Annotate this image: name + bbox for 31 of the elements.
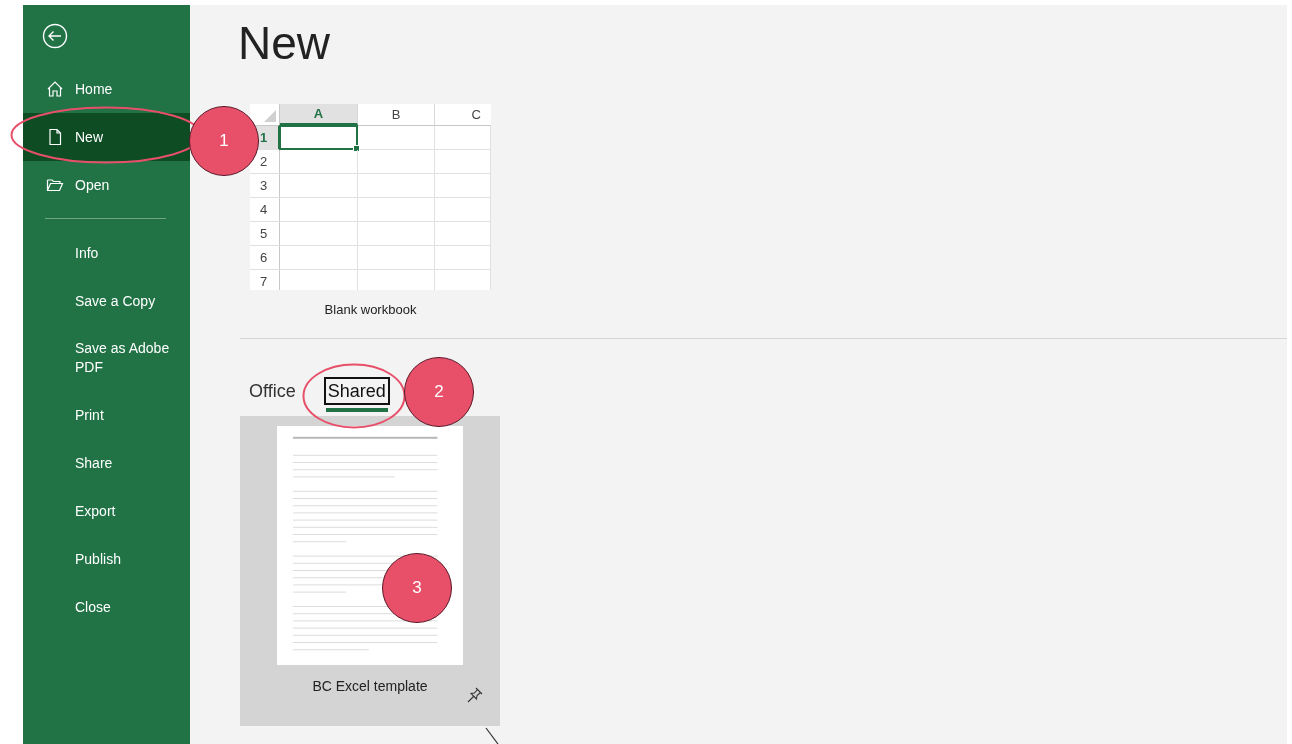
template-label: BC Excel template bbox=[312, 678, 428, 694]
sidebar-item[interactable]: Save a Copy bbox=[23, 277, 190, 325]
sidebar-item[interactable]: Info bbox=[23, 229, 190, 277]
back-icon[interactable] bbox=[42, 23, 68, 49]
template-label: Blank workbook bbox=[323, 302, 418, 317]
tab[interactable]: Office bbox=[245, 377, 300, 412]
sidebar-item[interactable]: Close bbox=[23, 583, 190, 631]
column-header: B bbox=[358, 104, 435, 125]
leader-line bbox=[485, 727, 499, 744]
column-header: C bbox=[470, 106, 482, 124]
row-header: 5 bbox=[250, 222, 280, 245]
tab[interactable]: Shared bbox=[323, 377, 390, 412]
row-header: 7 bbox=[250, 270, 280, 290]
home-icon bbox=[46, 80, 64, 98]
document-icon bbox=[46, 128, 64, 146]
sidebar-item[interactable]: Export bbox=[23, 487, 190, 535]
sidebar-item[interactable]: Home bbox=[23, 65, 190, 113]
sidebar-item[interactable]: New bbox=[23, 113, 190, 161]
sidebar-item[interactable]: Print bbox=[23, 391, 190, 439]
row-header: 3 bbox=[250, 174, 280, 197]
sidebar-item[interactable]: Share bbox=[23, 439, 190, 487]
row-header: 6 bbox=[250, 246, 280, 269]
sidebar-item[interactable]: Publish bbox=[23, 535, 190, 583]
folder-icon bbox=[46, 176, 64, 194]
page-title: New bbox=[238, 16, 332, 71]
row-header: 4 bbox=[250, 198, 280, 221]
pin-icon[interactable] bbox=[466, 686, 484, 704]
blank-workbook-thumbnail[interactable]: A B C 1 2 3 4 5 6 7 bbox=[250, 104, 491, 290]
sidebar-item[interactable]: Save as Adobe PDF bbox=[23, 325, 190, 391]
column-header: A bbox=[280, 104, 358, 125]
sidebar-item[interactable]: Open bbox=[23, 161, 190, 209]
